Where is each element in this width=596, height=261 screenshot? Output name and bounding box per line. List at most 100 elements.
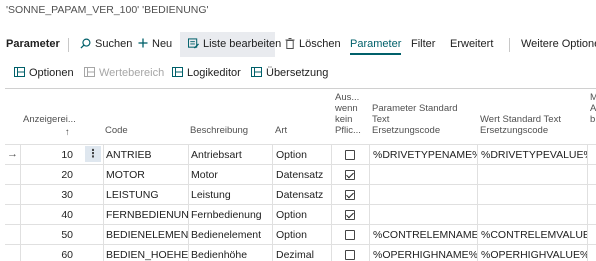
edit-list-label: Liste bearbeiten: [203, 38, 282, 50]
logic-editor-icon: [172, 67, 183, 78]
value-range-label: Wertebereich: [99, 67, 165, 79]
header-required[interactable]: Aus... wenn kein Pflic...: [335, 89, 365, 144]
header-display-order[interactable]: Anzeigerei... ↑: [23, 89, 78, 144]
cell-value-std-text-code[interactable]: [481, 185, 587, 205]
row-actions-menu-icon[interactable]: ⋮: [85, 146, 101, 162]
cell-description[interactable]: Antriebsart: [191, 145, 272, 165]
cell-param-std-text-code[interactable]: [373, 205, 477, 225]
table-row[interactable]: 60 BEDIEN_HOEHE Bedienhöhe Dezimal %OPERHIGH…: [5, 244, 596, 261]
cell-description[interactable]: Motor: [191, 165, 272, 185]
cell-display-order[interactable]: 20: [25, 165, 73, 185]
table-row[interactable]: 40 FERNBEDIENUNG Fernbedienung Option: [5, 204, 596, 224]
plus-icon: [138, 38, 148, 48]
cell-value-std-text-code[interactable]: [481, 165, 587, 185]
cell-display-order[interactable]: 60: [25, 245, 73, 261]
more-options-button[interactable]: Weitere Optionen: [521, 32, 596, 57]
header-truncated-line: M: [590, 92, 596, 103]
sub-action-bar: Optionen Wertebereich Logikeditor Überse…: [0, 63, 596, 83]
edit-list-button[interactable]: Liste bearbeiten: [180, 32, 281, 57]
tab-underline: [350, 53, 402, 55]
cell-description[interactable]: Bedienelement: [191, 225, 272, 245]
table-row[interactable]: 50 BEDIENELEMENT Bedienelement Option %CONTR…: [5, 224, 596, 244]
header-description-label: Beschreibung: [190, 125, 249, 136]
edit-list-icon: [188, 38, 199, 49]
header-truncated-column[interactable]: M A b: [590, 89, 596, 144]
cell-display-order[interactable]: 10: [25, 145, 73, 165]
cell-type[interactable]: Option: [276, 225, 331, 245]
cell-display-order[interactable]: 50: [25, 225, 73, 245]
cell-description[interactable]: Leistung: [191, 185, 272, 205]
filter-button[interactable]: Filter: [411, 32, 435, 57]
header-param-std-text[interactable]: Parameter Standard Text Ersetzungscode: [372, 89, 477, 144]
header-required-line: Aus...: [335, 92, 360, 103]
header-display-order-label: Anzeigerei...: [23, 114, 76, 125]
header-description[interactable]: Beschreibung: [190, 89, 270, 144]
cell-type[interactable]: Option: [276, 205, 331, 225]
cell-code[interactable]: ANTRIEB: [106, 145, 188, 165]
cell-type[interactable]: Datensatz: [276, 185, 331, 205]
header-type-label: Art: [275, 125, 288, 136]
translation-label: Übersetzung: [266, 67, 329, 79]
search-button[interactable]: Suchen: [80, 32, 132, 57]
table-row[interactable]: → ⋮ 10 ANTRIEB Antriebsart Option %DRIVETYPENA…: [5, 144, 596, 164]
translation-icon: [251, 67, 262, 78]
value-range-button[interactable]: Wertebereich: [84, 63, 164, 83]
table-row[interactable]: 30 LEISTUNG Leistung Datensatz: [5, 184, 596, 204]
required-checkbox[interactable]: [345, 250, 355, 260]
cell-param-std-text-code[interactable]: [373, 185, 477, 205]
header-code[interactable]: Code: [105, 89, 185, 144]
header-type[interactable]: Art: [275, 89, 330, 144]
header-value-std-text-line: Wert Standard Text: [480, 114, 561, 125]
cell-value-std-text-code[interactable]: %OPERHIGHVALUE%: [481, 245, 587, 261]
header-required-line: wenn: [335, 103, 358, 114]
cell-value-std-text-code[interactable]: %DRIVETYPEVALUE%: [481, 145, 587, 165]
required-checkbox-checked[interactable]: [345, 210, 355, 220]
tab-parameter[interactable]: Parameter: [350, 32, 402, 57]
cell-code[interactable]: FERNBEDIENUNG: [106, 205, 188, 225]
table-row[interactable]: 20 MOTOR Motor Datensatz: [5, 164, 596, 184]
cell-type[interactable]: Dezimal: [276, 245, 331, 261]
required-checkbox-checked[interactable]: [345, 190, 355, 200]
options-icon: [14, 67, 25, 78]
translation-button[interactable]: Übersetzung: [251, 63, 328, 83]
header-param-std-text-line: Parameter Standard Text: [372, 103, 458, 125]
cell-code[interactable]: BEDIEN_HOEHE: [106, 245, 188, 261]
cell-description[interactable]: Fernbedienung: [191, 205, 272, 225]
cell-param-std-text-code[interactable]: [373, 165, 477, 185]
required-checkbox-checked[interactable]: [345, 170, 355, 180]
separator: [68, 38, 69, 52]
header-required-line: Pflic...: [335, 125, 361, 136]
cell-display-order[interactable]: 40: [25, 205, 73, 225]
cell-code[interactable]: BEDIENELEMENT: [106, 225, 188, 245]
cell-code[interactable]: LEISTUNG: [106, 185, 188, 205]
sort-arrow-icon: ↑: [65, 127, 70, 138]
required-checkbox[interactable]: [345, 150, 355, 160]
cell-param-std-text-code[interactable]: %DRIVETYPENAME%: [373, 145, 477, 165]
delete-button[interactable]: Löschen: [285, 32, 341, 57]
header-param-std-text-line: Ersetzungscode: [372, 125, 441, 136]
cell-param-std-text-code[interactable]: %OPERHIGHNAME%: [373, 245, 477, 261]
cell-value-std-text-code[interactable]: %CONTRELEMVALUE%: [481, 225, 587, 245]
header-truncated-line: A: [590, 103, 596, 114]
header-value-std-text[interactable]: Wert Standard Text Ersetzungscode: [480, 89, 585, 144]
advanced-button[interactable]: Erweitert: [450, 32, 493, 57]
header-truncated-line: b: [590, 114, 596, 125]
cell-display-order[interactable]: 30: [25, 185, 73, 205]
options-button[interactable]: Optionen: [14, 63, 74, 83]
trash-icon: [285, 37, 295, 49]
header-required-line: kein: [335, 114, 353, 125]
search-label: Suchen: [95, 38, 133, 50]
parameter-table: Anzeigerei... ↑ Code Beschreibung Art Au…: [5, 88, 596, 261]
action-bar: Parameter Suchen Neu Liste bearbeiten Lö…: [0, 32, 596, 57]
required-checkbox[interactable]: [345, 230, 355, 240]
cell-description[interactable]: Bedienhöhe: [191, 245, 272, 261]
cell-param-std-text-code[interactable]: %CONTRELEMNAME%: [373, 225, 477, 245]
value-range-icon: [84, 67, 95, 78]
cell-type[interactable]: Option: [276, 145, 331, 165]
cell-code[interactable]: MOTOR: [106, 165, 188, 185]
logic-editor-button[interactable]: Logikeditor: [172, 63, 241, 83]
separator: [509, 38, 510, 52]
cell-type[interactable]: Datensatz: [276, 165, 331, 185]
cell-value-std-text-code[interactable]: [481, 205, 587, 225]
new-button[interactable]: Neu: [138, 32, 172, 57]
